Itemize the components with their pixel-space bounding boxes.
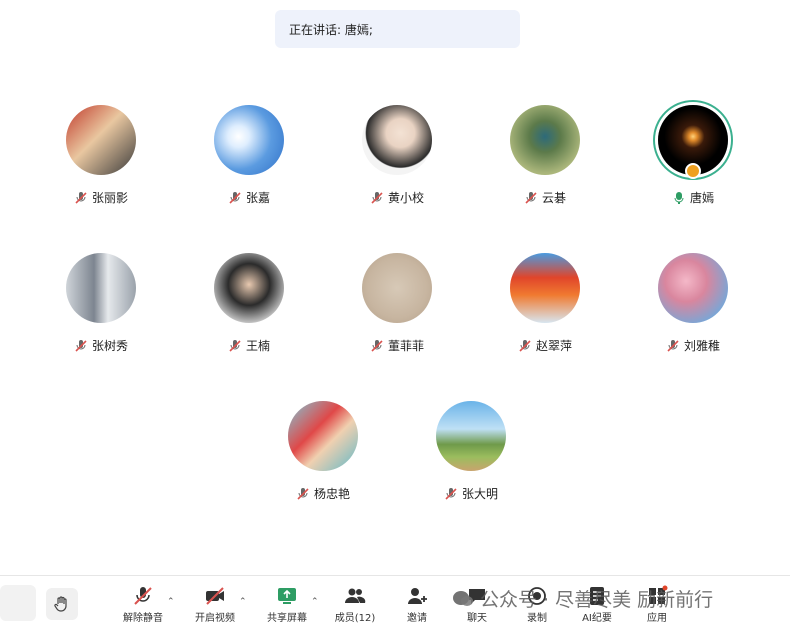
mic-muted-icon bbox=[519, 339, 531, 352]
mic-muted-icon bbox=[75, 339, 87, 352]
participant-tile[interactable]: 刘雅稚 bbox=[628, 253, 758, 354]
avatar bbox=[214, 253, 284, 323]
participant-tile[interactable]: 杨忠艳 bbox=[258, 401, 388, 502]
avatar bbox=[214, 105, 284, 175]
participant-tile-active[interactable]: 唐嫣 bbox=[628, 105, 758, 206]
mic-muted-icon bbox=[229, 191, 241, 204]
speaking-text: 正在讲话: 唐嫣; bbox=[289, 22, 373, 37]
mic-muted-icon bbox=[229, 339, 241, 352]
mic-muted-icon bbox=[667, 339, 679, 352]
watermark-text: 公众号 · 尽善尽美 励新前行 bbox=[480, 589, 714, 611]
participant-name: 张丽影 bbox=[91, 191, 128, 205]
host-badge-icon bbox=[685, 163, 701, 179]
avatar bbox=[362, 105, 432, 175]
video-chevron-icon[interactable]: ⌃ bbox=[239, 597, 247, 607]
speaking-banner: 正在讲话: 唐嫣; bbox=[275, 10, 520, 48]
participant-name: 云碁 bbox=[541, 191, 566, 205]
mic-muted-icon bbox=[371, 339, 383, 352]
avatar bbox=[288, 401, 358, 471]
wechat-icon bbox=[453, 590, 473, 606]
watermark: 公众号 · 尽善尽美 励新前行 bbox=[452, 585, 713, 612]
mic-muted-icon bbox=[371, 191, 383, 204]
avatar bbox=[436, 401, 506, 471]
participant-name: 唐嫣 bbox=[689, 191, 714, 205]
participant-name: 赵翠萍 bbox=[535, 339, 572, 353]
participant-tile[interactable]: 赵翠萍 bbox=[480, 253, 610, 354]
participant-name: 张嘉 bbox=[245, 191, 270, 205]
share-screen-icon bbox=[278, 588, 296, 604]
participant-tile[interactable]: 张大明 bbox=[406, 401, 536, 502]
share-chevron-icon[interactable]: ⌃ bbox=[311, 597, 319, 607]
mic-muted-icon bbox=[525, 191, 537, 204]
share-screen-label: 共享屏幕 bbox=[267, 613, 307, 624]
side-panel-button[interactable] bbox=[0, 585, 36, 621]
members-icon bbox=[345, 588, 366, 603]
mic-muted-icon bbox=[297, 487, 309, 500]
avatar bbox=[510, 105, 580, 175]
hand-icon bbox=[54, 596, 67, 612]
avatar bbox=[510, 253, 580, 323]
participant-tile[interactable]: 张嘉 bbox=[184, 105, 314, 206]
mic-muted-icon bbox=[75, 191, 87, 204]
participant-name: 张树秀 bbox=[91, 339, 128, 353]
avatar bbox=[66, 105, 136, 175]
unmute-chevron-icon[interactable]: ⌃ bbox=[167, 597, 175, 607]
participant-name: 王楠 bbox=[245, 339, 270, 353]
participant-name: 董菲菲 bbox=[387, 339, 424, 353]
members-button[interactable]: 成员(12) bbox=[320, 575, 390, 629]
participant-name: 杨忠艳 bbox=[313, 487, 350, 501]
avatar bbox=[362, 253, 432, 323]
participant-name: 张大明 bbox=[461, 487, 498, 501]
members-label: 成员(12) bbox=[334, 613, 376, 624]
participant-tile[interactable]: 黄小校 bbox=[332, 105, 462, 206]
unmute-label: 解除静音 bbox=[123, 613, 163, 624]
start-video-label: 开启视频 bbox=[195, 613, 235, 624]
participant-tile[interactable]: 张树秀 bbox=[36, 253, 166, 354]
mic-muted-icon bbox=[445, 487, 457, 500]
participant-tile[interactable]: 云碁 bbox=[480, 105, 610, 206]
participant-tile[interactable]: 董菲菲 bbox=[332, 253, 462, 354]
participant-tile[interactable]: 王楠 bbox=[184, 253, 314, 354]
avatar bbox=[66, 253, 136, 323]
video-off-icon bbox=[206, 587, 224, 605]
raise-hand-button[interactable] bbox=[46, 588, 78, 620]
participant-tile[interactable]: 张丽影 bbox=[36, 105, 166, 206]
add-user-icon bbox=[408, 588, 427, 604]
mic-speaking-icon bbox=[674, 191, 684, 204]
avatar bbox=[658, 105, 728, 179]
mic-muted-icon bbox=[134, 587, 152, 605]
avatar bbox=[658, 253, 728, 323]
participant-name: 黄小校 bbox=[387, 191, 424, 205]
participant-name: 刘雅稚 bbox=[683, 339, 720, 353]
